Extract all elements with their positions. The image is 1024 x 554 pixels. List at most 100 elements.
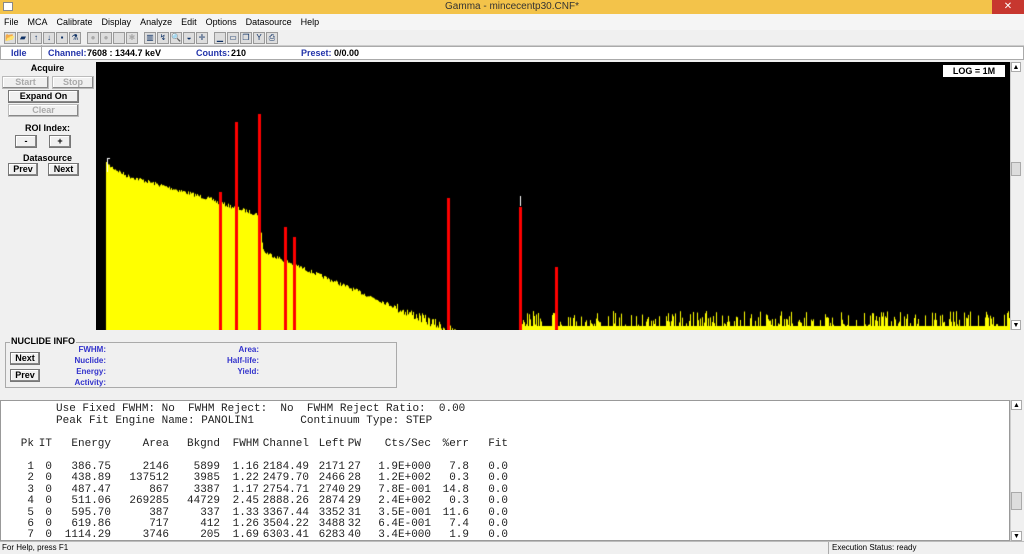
table-cell-area: 717: [149, 518, 169, 530]
menu-edit[interactable]: Edit: [181, 17, 197, 27]
table-cell-ctssec: 3.4E+000: [378, 529, 431, 541]
counts-label: Counts:: [196, 48, 230, 58]
table-cell-pw: 32: [347, 518, 361, 530]
analysis-report[interactable]: Use Fixed FWHM: No FWHM Reject: No FWHM …: [0, 400, 1010, 541]
scroll-up-icon[interactable]: ▲: [1011, 400, 1022, 410]
expand-on-button[interactable]: Expand On: [8, 90, 79, 103]
menu-calibrate[interactable]: Calibrate: [57, 17, 93, 27]
nuclide-info-title: NUCLIDE INFO: [10, 336, 76, 346]
table-cell-it: 0: [45, 518, 52, 530]
table-cell-pk: 5: [27, 506, 34, 519]
table-cell-left: 2466: [318, 472, 345, 485]
table-cell-fit: 0.0: [488, 529, 508, 541]
column-header-pk: Pk: [20, 438, 34, 450]
maximize-window-icon[interactable]: ▭: [227, 31, 239, 44]
table-cell-ctssec: 7.8E-001: [378, 483, 431, 496]
scroll-thumb[interactable]: [1011, 162, 1021, 176]
zoom-icon[interactable]: 🔍: [170, 31, 182, 44]
table-cell-pk: 6: [27, 518, 34, 530]
clear-button[interactable]: Clear: [8, 104, 79, 117]
table-cell-fwhm: 1.17: [232, 483, 259, 496]
save-icon[interactable]: ▪: [56, 31, 68, 44]
menu-analyze[interactable]: Analyze: [140, 17, 172, 27]
nuclide-next-button[interactable]: Next: [10, 352, 40, 365]
tools-icon[interactable]: Y: [253, 31, 265, 44]
log-scale-indicator[interactable]: LOG = 1M: [943, 65, 1005, 77]
roi-increment-button[interactable]: +: [49, 135, 71, 148]
table-cell-left: 3488: [318, 518, 345, 530]
column-header-err: %err: [442, 438, 469, 450]
table-cell-it: 0: [45, 495, 52, 508]
table-cell-channel: 2184.49: [262, 461, 309, 473]
table-cell-left: 2740: [318, 483, 345, 496]
table-cell-ctssec: 1.2E+002: [378, 472, 431, 485]
new-folder-icon[interactable]: ▰: [17, 31, 29, 44]
acquire-label: Acquire: [30, 63, 65, 73]
bar-chart-icon[interactable]: ▥: [144, 31, 156, 44]
crosshair-icon[interactable]: ✛: [196, 31, 208, 44]
report-scrollbar[interactable]: ▲ ▼: [1010, 400, 1022, 541]
table-cell-bkgnd: 205: [200, 529, 220, 541]
menu-display[interactable]: Display: [102, 17, 132, 27]
menu-mca[interactable]: MCA: [28, 17, 48, 27]
flask-icon[interactable]: ⚗: [69, 31, 81, 44]
table-cell-area: 137512: [129, 472, 169, 485]
table-cell-left: 6283: [318, 529, 345, 541]
table-cell-ctssec: 1.9E+000: [378, 461, 431, 473]
scroll-thumb[interactable]: [1011, 492, 1022, 510]
table-cell-fwhm: 1.16: [232, 461, 259, 473]
table-cell-channel: 2888.26: [262, 495, 309, 508]
table-cell-fwhm: 1.26: [232, 518, 259, 530]
minimize-window-icon[interactable]: ▁: [214, 31, 226, 44]
menu-file[interactable]: File: [4, 17, 19, 27]
nuclide-prev-button[interactable]: Prev: [10, 369, 40, 382]
roi-decrement-button[interactable]: -: [15, 135, 37, 148]
blank-icon[interactable]: [113, 31, 125, 44]
upload-icon[interactable]: ↑: [30, 31, 42, 44]
table-cell-channel: 6303.41: [262, 529, 309, 541]
column-header-channel: Channel: [262, 438, 309, 450]
channel-value: 7608 : 1344.7 keV: [87, 48, 162, 58]
menu-options[interactable]: Options: [206, 17, 237, 27]
stop-button[interactable]: Stop: [52, 76, 94, 89]
table-cell-left: 3352: [318, 506, 345, 519]
scroll-down-icon[interactable]: ▼: [1011, 531, 1022, 541]
table-cell-ctssec: 2.4E+002: [378, 495, 431, 508]
state-label: Idle: [11, 48, 27, 58]
execution-status: Execution Status: ready: [828, 542, 917, 554]
table-cell-pw: 28: [347, 472, 361, 485]
column-header-fwhm: FWHM: [232, 438, 259, 450]
spectrum-icon[interactable]: ↯: [157, 31, 169, 44]
stop-record-icon[interactable]: ●: [100, 31, 112, 44]
table-cell-bkgnd: 3985: [193, 472, 220, 485]
pan-icon[interactable]: ◒: [183, 31, 195, 44]
table-cell-err: 7.4: [449, 518, 469, 530]
restore-window-icon[interactable]: ❐: [240, 31, 252, 44]
detector-icon[interactable]: ✱: [126, 31, 138, 44]
table-cell-it: 0: [45, 483, 52, 496]
download-icon[interactable]: ↓: [43, 31, 55, 44]
table-cell-area: 2146: [142, 461, 169, 473]
close-button[interactable]: ✕: [992, 0, 1024, 14]
spectrum-scrollbar[interactable]: ▲ ▼: [1010, 62, 1021, 330]
datasource-prev-button[interactable]: Prev: [8, 163, 38, 176]
open-folder-icon[interactable]: 📂: [4, 31, 16, 44]
table-cell-area: 387: [149, 506, 169, 519]
table-cell-err: 14.8: [442, 483, 469, 496]
record-icon[interactable]: ●: [87, 31, 99, 44]
scroll-down-icon[interactable]: ▼: [1011, 320, 1021, 330]
table-cell-pk: 7: [27, 529, 34, 541]
scroll-up-icon[interactable]: ▲: [1011, 62, 1021, 72]
table-cell-pw: 29: [347, 483, 361, 496]
start-button[interactable]: Start: [2, 76, 49, 89]
spectrum-display[interactable]: [96, 62, 1010, 330]
print-icon[interactable]: ⎙: [266, 31, 278, 44]
datasource-next-button[interactable]: Next: [48, 163, 79, 176]
column-header-fit: Fit: [488, 438, 508, 450]
column-header-area: Area: [142, 438, 169, 450]
table-cell-it: 0: [45, 529, 52, 541]
table-cell-energy: 438.89: [71, 472, 111, 485]
menu-datasource[interactable]: Datasource: [246, 17, 292, 27]
table-cell-area: 867: [149, 483, 169, 496]
menu-help[interactable]: Help: [301, 17, 320, 27]
